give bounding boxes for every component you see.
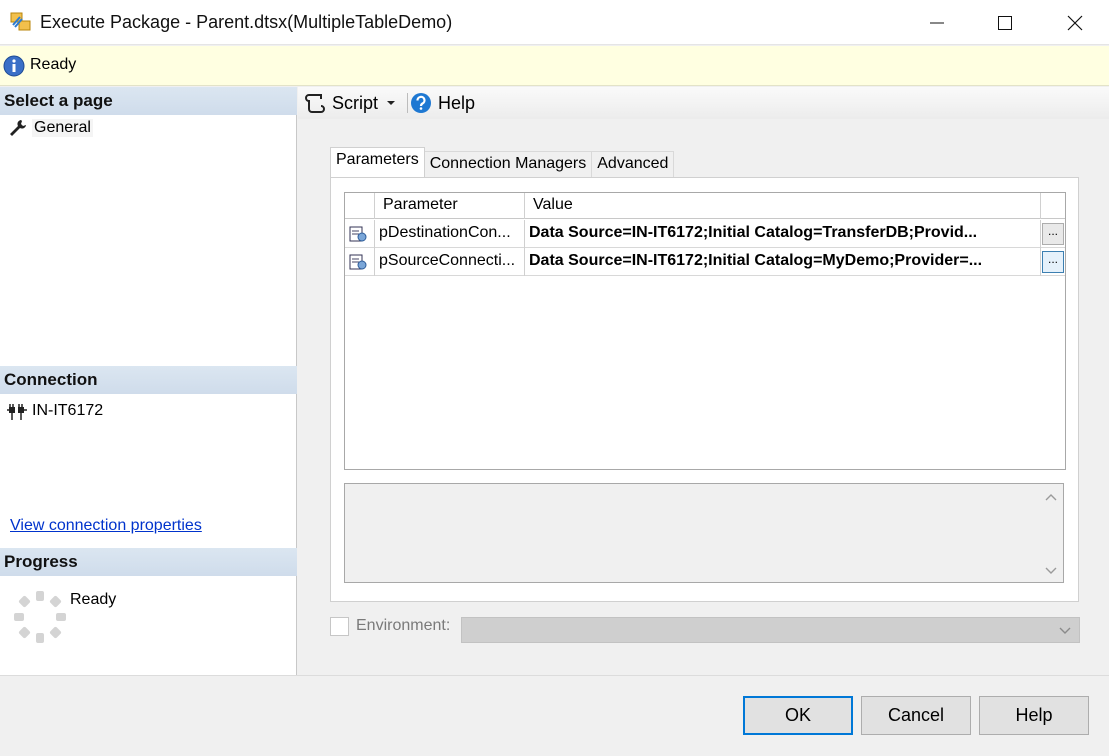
maximize-icon: [998, 15, 1012, 30]
edit-value-button[interactable]: ...: [1042, 223, 1064, 245]
scroll-up-icon[interactable]: [1045, 492, 1057, 502]
environment-select[interactable]: [461, 617, 1080, 643]
info-icon: [3, 55, 25, 77]
window-title: Execute Package - Parent.dtsx(MultipleTa…: [40, 12, 453, 32]
help-label: Help: [438, 92, 476, 113]
wrench-icon: [6, 117, 28, 139]
server-name: IN-IT6172: [32, 402, 104, 419]
column-header-value[interactable]: Value: [525, 193, 1041, 219]
status-bar: Ready: [0, 46, 1109, 86]
status-text: Ready: [30, 56, 77, 73]
chevron-down-icon: [1059, 627, 1071, 634]
tab-advanced[interactable]: Advanced: [591, 151, 675, 177]
view-connection-properties-link[interactable]: View connection properties: [10, 517, 202, 535]
toolbar: Script Help: [298, 87, 1109, 119]
page-item-general[interactable]: General: [6, 117, 93, 139]
tab-connection-managers[interactable]: Connection Managers: [423, 151, 593, 177]
maximize-button[interactable]: [970, 0, 1040, 45]
grid-header: Parameter Value: [345, 193, 1065, 219]
environment-checkbox[interactable]: [330, 617, 349, 636]
chevron-down-icon: [387, 101, 395, 105]
select-page-header: Select a page: [0, 87, 297, 115]
tab-parameters[interactable]: Parameters: [330, 147, 425, 177]
script-label: Script: [332, 92, 379, 113]
parameter-value-cell[interactable]: Data Source=IN-IT6172;Initial Catalog=My…: [525, 248, 1041, 276]
script-dropdown-button[interactable]: [386, 87, 396, 119]
environment-label: Environment:: [356, 617, 451, 634]
script-button[interactable]: Script: [304, 87, 378, 119]
minimize-icon: [930, 22, 944, 23]
toolbar-separator: [407, 93, 408, 113]
cancel-button[interactable]: Cancel: [861, 696, 971, 735]
parameters-panel: Parameter Value pDestinationCon... Data …: [330, 177, 1079, 602]
help-icon: [411, 93, 431, 113]
row-header-cell: [345, 193, 375, 219]
table-row[interactable]: pDestinationCon... Data Source=IN-IT6172…: [345, 220, 1065, 248]
connection-server: IN-IT6172: [6, 400, 103, 422]
connection-header: Connection: [0, 366, 297, 394]
progress-header: Progress: [0, 548, 297, 576]
environment-row: Environment:: [330, 617, 1080, 643]
parameter-icon: [349, 254, 367, 270]
edit-value-button[interactable]: ...: [1042, 251, 1064, 273]
help-button[interactable]: Help: [979, 696, 1089, 735]
description-box[interactable]: [344, 483, 1064, 583]
parameter-value-cell[interactable]: Data Source=IN-IT6172;Initial Catalog=Tr…: [525, 220, 1041, 248]
row-icon-cell: [345, 248, 375, 276]
parameters-grid: Parameter Value pDestinationCon... Data …: [344, 192, 1066, 470]
page-item-label: General: [32, 119, 93, 137]
table-row[interactable]: pSourceConnecti... Data Source=IN-IT6172…: [345, 248, 1065, 276]
plug-icon: [6, 400, 28, 422]
title-bar: Execute Package - Parent.dtsx(MultipleTa…: [0, 0, 1109, 45]
progress-spinner-icon: [14, 591, 66, 643]
parameter-name-cell: pDestinationCon...: [375, 220, 525, 248]
script-icon: [305, 94, 325, 113]
left-pane: Select a page General Connection IN-IT61…: [0, 87, 297, 675]
help-toolbar-button[interactable]: Help: [410, 87, 475, 119]
minimize-button[interactable]: [902, 0, 972, 45]
row-icon-cell: [345, 220, 375, 248]
ok-button[interactable]: OK: [743, 696, 853, 735]
progress-status: Ready: [70, 591, 117, 608]
ssis-package-icon: [10, 12, 31, 31]
close-icon: [1067, 15, 1083, 30]
right-pane: Script Help Parameters Connection Manage…: [298, 87, 1109, 675]
scroll-down-icon[interactable]: [1045, 566, 1057, 576]
column-header-parameter[interactable]: Parameter: [375, 193, 525, 219]
dialog-button-bar: OK Cancel Help: [0, 675, 1109, 756]
parameter-icon: [349, 226, 367, 242]
tab-strip: Parameters Connection Managers Advanced: [330, 147, 675, 177]
close-button[interactable]: [1040, 0, 1109, 45]
parameter-name-cell: pSourceConnecti...: [375, 248, 525, 276]
